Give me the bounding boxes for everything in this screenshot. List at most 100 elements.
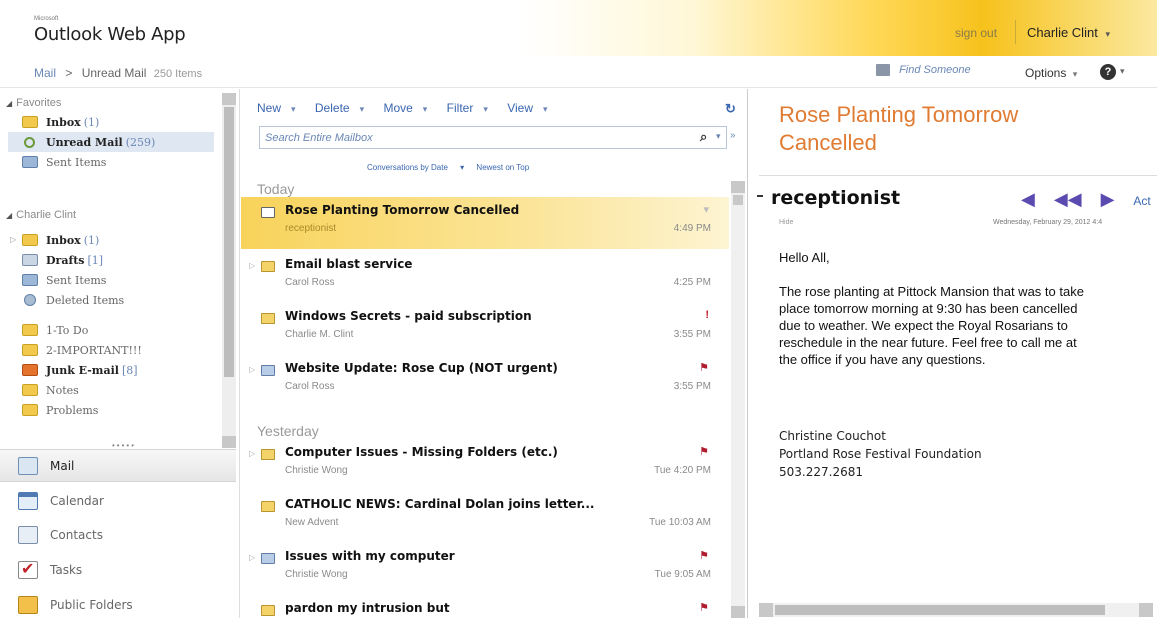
flag-icon[interactable]: ⚑	[699, 549, 709, 562]
message-row[interactable]: ▷ Issues with my computer Christie Wong …	[241, 543, 729, 595]
reply-icon[interactable]: ◀	[1021, 189, 1035, 209]
message-row[interactable]: ▷ Email blast service Carol Ross 4:25 PM	[241, 251, 729, 303]
message-time: Tue 4:20 PM	[654, 465, 711, 476]
folder-deleted[interactable]: Deleted Items	[22, 290, 124, 310]
message-subject: Windows Secrets - paid subscription	[285, 309, 532, 323]
find-someone[interactable]: Find Someone	[876, 64, 971, 77]
public-folders-icon	[18, 595, 38, 614]
message-row[interactable]: Windows Secrets - paid subscription Char…	[241, 303, 729, 355]
message-subject: Computer Issues - Missing Folders (etc.)	[285, 445, 558, 459]
scroll-thumb[interactable]	[224, 107, 234, 377]
scroll-up-button[interactable]	[222, 93, 236, 105]
message-row[interactable]: ▷ Computer Issues - Missing Folders (etc…	[241, 439, 729, 491]
chevron-down-icon[interactable]: ▾	[716, 131, 721, 142]
envelope-icon	[261, 449, 275, 460]
mailbox-heading[interactable]: ◢ Charlie Clint	[6, 209, 76, 221]
nav-public-folders[interactable]: Public Folders	[0, 588, 236, 618]
scroll-up-button[interactable]	[731, 181, 745, 193]
nav-calendar[interactable]: Calendar	[0, 484, 236, 517]
delete-button[interactable]: Delete ▾	[315, 101, 372, 115]
expand-search-icon[interactable]: »	[730, 130, 736, 141]
search-input[interactable]	[265, 130, 675, 146]
flag-icon[interactable]: ⚑	[699, 601, 709, 614]
body-line: place tomorrow morning at 9:30 has been …	[779, 301, 1078, 316]
folder-important[interactable]: 2-IMPORTANT!!!	[22, 340, 142, 360]
reading-horizontal-scrollbar[interactable]	[759, 603, 1153, 617]
help-icon[interactable]: ?	[1100, 64, 1116, 80]
hide-details-link[interactable]: Hide	[779, 219, 793, 226]
folder-inbox-favorite[interactable]: Inbox (1)	[22, 112, 99, 132]
forward-icon[interactable]: ▶	[1101, 189, 1115, 209]
collapse-icon[interactable]	[757, 195, 763, 197]
folder-scrollbar[interactable]	[222, 93, 236, 448]
message-row[interactable]: CATHOLIC NEWS: Cardinal Dolan joins lett…	[241, 491, 729, 543]
folder-sent[interactable]: Sent Items	[22, 270, 106, 290]
conversation-icon	[261, 553, 275, 564]
search-icon[interactable]: ⌕	[700, 129, 707, 145]
message-list-scrollbar[interactable]	[731, 181, 745, 618]
actions-menu[interactable]: Act	[1133, 194, 1150, 208]
move-button[interactable]: Move ▾	[383, 101, 435, 115]
message-row[interactable]: Rose Planting Tomorrow Cancelled recepti…	[241, 197, 729, 249]
message-subject: CATHOLIC NEWS: Cardinal Dolan joins lett…	[285, 497, 595, 511]
expand-conversation-icon[interactable]: ▷	[249, 449, 255, 458]
folder-to-do[interactable]: 1-To Do	[22, 320, 88, 340]
scroll-left-button[interactable]	[759, 603, 773, 617]
breadcrumb-current: Unread Mail	[81, 66, 147, 80]
sort-by-menu[interactable]: Conversations by Date ▾	[367, 163, 464, 172]
flag-icon[interactable]: ▾	[703, 203, 709, 216]
scroll-down-button[interactable]	[731, 606, 745, 618]
flag-icon[interactable]: ⚑	[699, 445, 709, 458]
folder-drafts[interactable]: Drafts [1]	[22, 250, 103, 270]
message-row[interactable]: ▷ Website Update: Rose Cup (NOT urgent) …	[241, 355, 729, 407]
refresh-icon[interactable]: ↻	[725, 101, 736, 117]
reply-all-icon[interactable]: ◀◀	[1054, 189, 1082, 209]
message-sender: Carol Ross	[285, 381, 335, 392]
breadcrumb-mail[interactable]: Mail	[34, 66, 56, 80]
nav-tasks[interactable]: Tasks	[0, 553, 236, 586]
folder-problems[interactable]: Problems	[22, 400, 98, 420]
new-button[interactable]: New ▾	[257, 101, 304, 115]
expand-conversation-icon[interactable]: ▷	[249, 553, 255, 562]
search-folder-icon	[24, 136, 35, 148]
options-menu[interactable]: Options ▾	[1025, 66, 1077, 80]
message-time: 3:55 PM	[673, 381, 711, 392]
scroll-thumb[interactable]	[775, 605, 1105, 615]
user-menu[interactable]: Charlie Clint ▾	[1027, 25, 1110, 40]
message-sender: Carol Ross	[285, 277, 335, 288]
message-row[interactable]: pardon my intrusion but ⚑	[241, 595, 729, 618]
folder-unread-mail[interactable]: Unread Mail (259)	[8, 132, 214, 152]
filter-button[interactable]: Filter ▾	[447, 101, 496, 115]
sent-folder-icon	[22, 156, 38, 168]
folder-junk[interactable]: Junk E-mail [8]	[22, 360, 138, 380]
sort-order-menu[interactable]: Newest on Top	[476, 163, 539, 172]
favorites-heading[interactable]: ◢ Favorites	[6, 97, 61, 109]
divider	[759, 175, 1157, 176]
folder-inbox[interactable]: Inbox (1)	[22, 230, 99, 250]
folder-sent-favorite[interactable]: Sent Items	[22, 152, 106, 172]
nav-contacts[interactable]: Contacts	[0, 518, 236, 551]
message-sender: New Advent	[285, 517, 339, 528]
options-label: Options	[1025, 66, 1067, 80]
flag-icon[interactable]: ⚑	[699, 361, 709, 374]
reading-pane: Rose Planting Tomorrow Cancelled recepti…	[749, 89, 1157, 618]
junk-folder-icon	[22, 364, 38, 376]
message-time: 3:55 PM	[673, 329, 711, 340]
breadcrumb-separator: >	[65, 66, 73, 80]
message-sender: Christie Wong	[285, 465, 348, 476]
folder-notes[interactable]: Notes	[22, 380, 79, 400]
expand-conversation-icon[interactable]: ▷	[249, 261, 255, 270]
folder-pane: ◢ Favorites Inbox (1) Unread Mail (259) Sen…	[0, 89, 240, 618]
expand-icon[interactable]: ▷	[10, 235, 16, 244]
nav-mail[interactable]: Mail	[0, 449, 236, 482]
chevron-down-icon[interactable]: ▾	[1120, 66, 1125, 77]
reading-actions: ◀ ◀◀ ▶ Act	[1021, 189, 1157, 210]
sign-out-link[interactable]: sign out	[955, 26, 997, 40]
body-line: due to weather. We expect the Royal Rosa…	[779, 318, 1068, 333]
view-button[interactable]: View ▾	[507, 101, 555, 115]
scroll-right-button[interactable]	[1139, 603, 1153, 617]
scroll-thumb[interactable]	[733, 195, 743, 205]
expand-conversation-icon[interactable]: ▷	[249, 365, 255, 374]
scroll-down-button[interactable]	[222, 436, 236, 448]
reading-sender: receptionist	[757, 187, 900, 209]
